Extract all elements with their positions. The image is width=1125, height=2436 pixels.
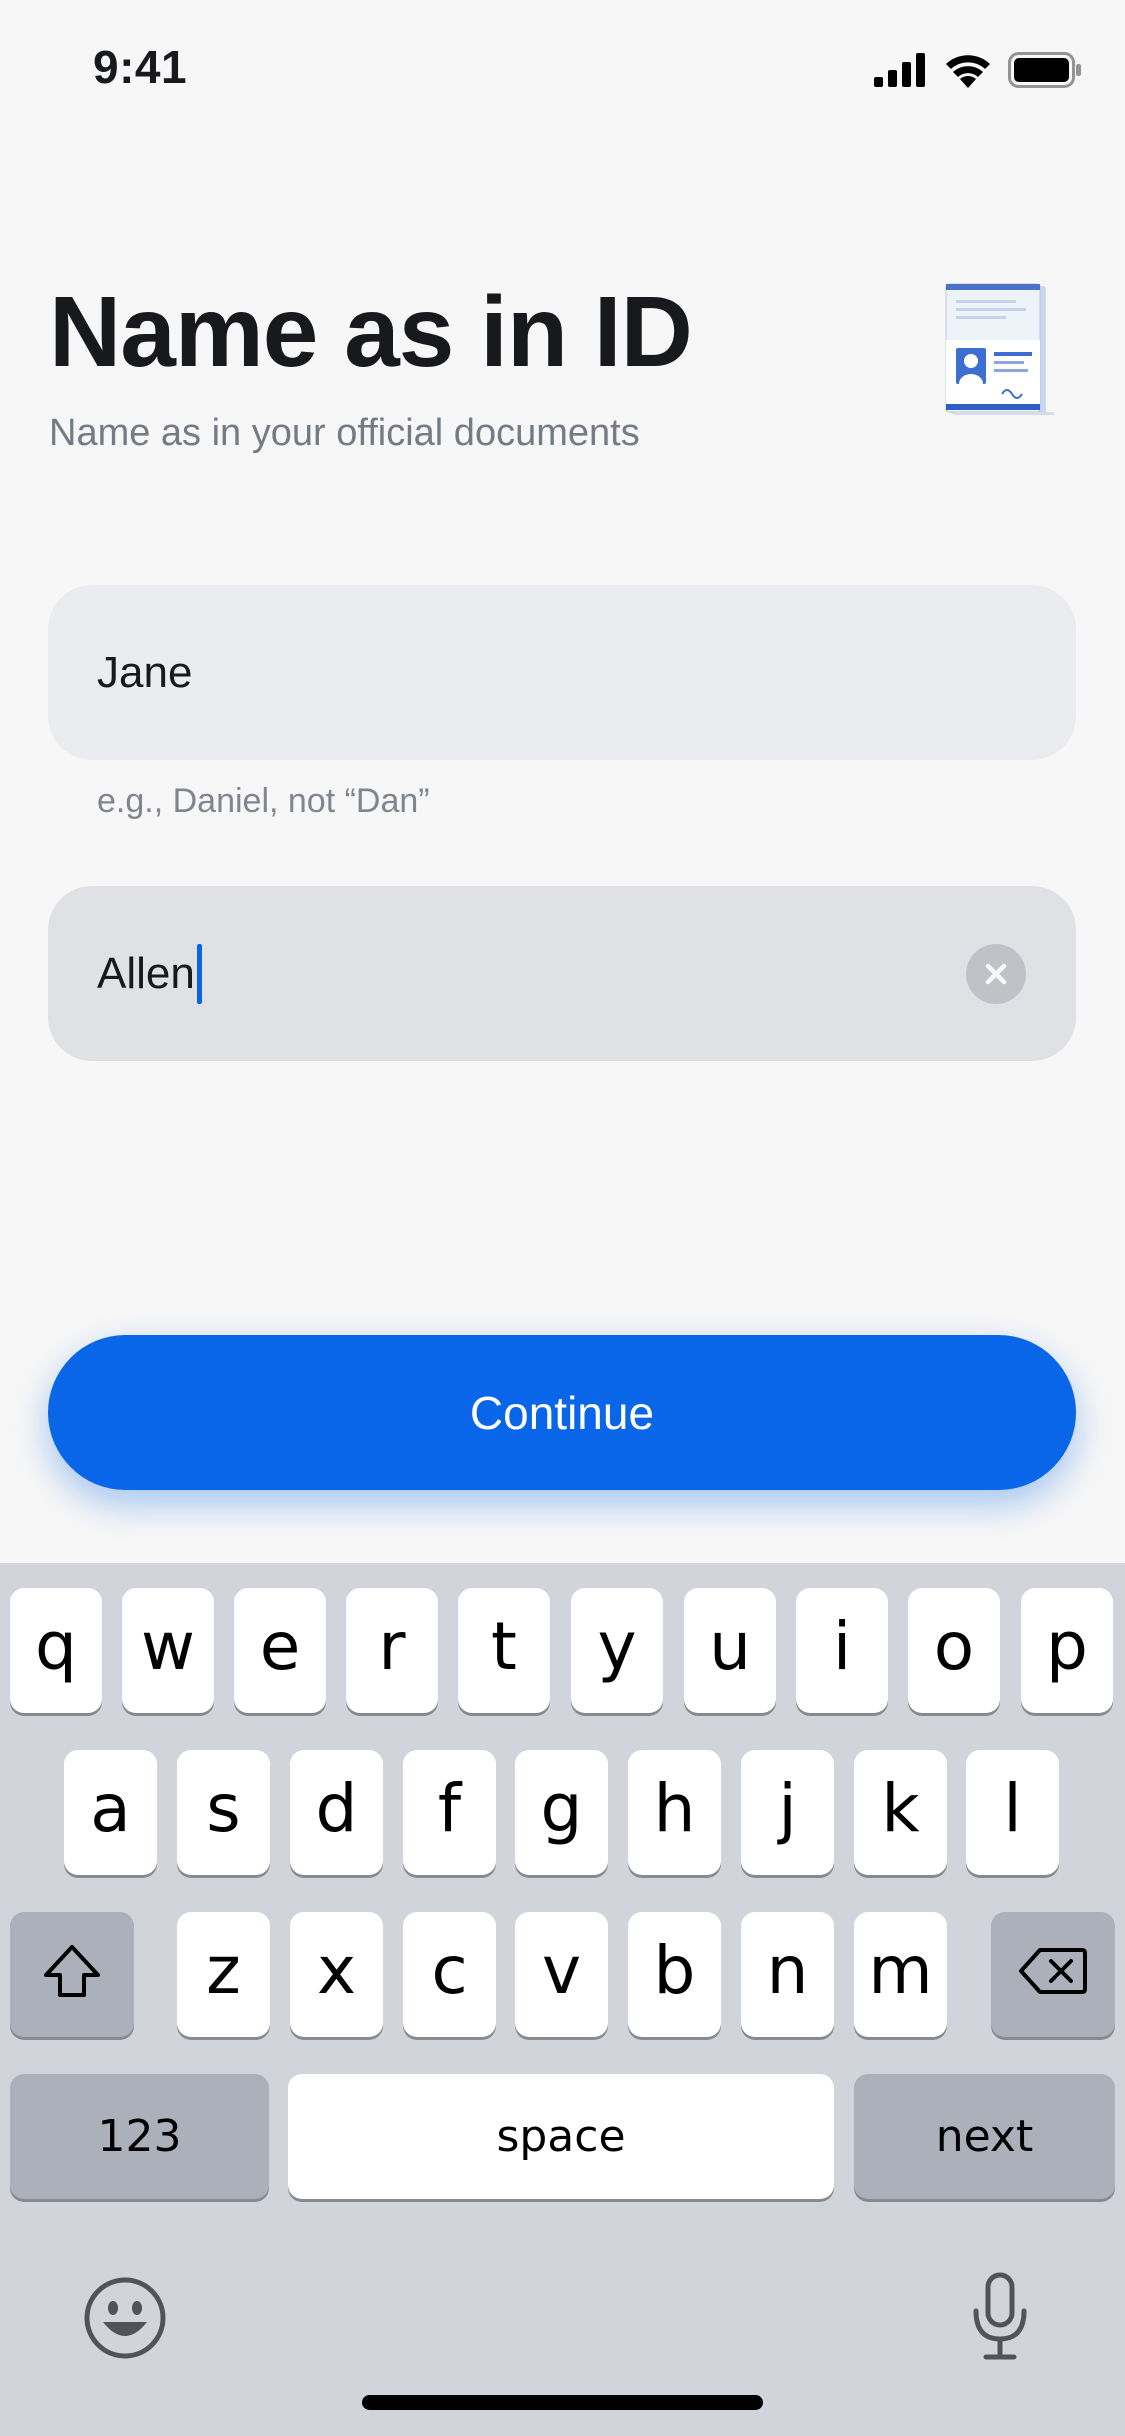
status-bar: 9:41 <box>0 0 1125 140</box>
key-s[interactable]: s <box>177 1750 270 1875</box>
key-g[interactable]: g <box>515 1750 608 1875</box>
first-name-value: Jane <box>97 647 193 697</box>
key-n[interactable]: n <box>741 1912 834 2037</box>
text-cursor <box>196 943 202 1004</box>
key-o[interactable]: o <box>908 1588 1000 1713</box>
key-e[interactable]: e <box>234 1588 326 1713</box>
space-key[interactable]: space <box>288 2074 834 2199</box>
key-p[interactable]: p <box>1021 1588 1113 1713</box>
microphone-icon <box>973 2272 1027 2360</box>
shift-key[interactable] <box>10 1912 134 2037</box>
id-document-icon <box>945 283 1054 415</box>
home-indicator <box>362 2395 763 2410</box>
page-subtitle: Name as in your official documents <box>49 412 640 454</box>
status-time: 9:41 <box>93 41 188 93</box>
page-title: Name as in ID <box>49 276 693 388</box>
first-name-hint: e.g., Daniel, not “Dan” <box>97 782 430 820</box>
key-b[interactable]: b <box>628 1912 721 2037</box>
key-d[interactable]: d <box>290 1750 383 1875</box>
key-k[interactable]: k <box>854 1750 947 1875</box>
microphone-button[interactable] <box>955 2267 1045 2367</box>
key-m[interactable]: m <box>854 1912 947 2037</box>
key-z[interactable]: z <box>177 1912 270 2037</box>
clear-button[interactable] <box>966 944 1026 1004</box>
key-x[interactable]: x <box>290 1912 383 2037</box>
signal-icon <box>874 53 925 87</box>
key-a[interactable]: a <box>64 1750 157 1875</box>
numbers-key[interactable]: 123 <box>10 2074 269 2199</box>
clear-icon <box>985 963 1007 985</box>
shift-icon <box>44 1944 100 1997</box>
continue-button[interactable]: Continue <box>48 1335 1076 1490</box>
key-w[interactable]: w <box>122 1588 214 1713</box>
key-i[interactable]: i <box>796 1588 888 1713</box>
keyboard: q w e r t y u i o p a s d f g h j k l z … <box>0 1563 1125 2436</box>
key-j[interactable]: j <box>741 1750 834 1875</box>
backspace-key[interactable] <box>991 1912 1115 2037</box>
emoji-button[interactable] <box>80 2273 170 2363</box>
key-f[interactable]: f <box>403 1750 496 1875</box>
key-y[interactable]: y <box>571 1588 663 1713</box>
key-v[interactable]: v <box>515 1912 608 2037</box>
battery-icon <box>1008 52 1081 88</box>
first-name-field[interactable]: Jane <box>48 585 1076 760</box>
key-h[interactable]: h <box>628 1750 721 1875</box>
wifi-icon <box>946 55 990 88</box>
next-key[interactable]: next <box>854 2074 1115 2199</box>
key-l[interactable]: l <box>966 1750 1059 1875</box>
emoji-icon <box>84 2277 166 2359</box>
last-name-value: Allen <box>97 948 195 998</box>
key-q[interactable]: q <box>10 1588 102 1713</box>
status-icons <box>874 50 1082 90</box>
last-name-field[interactable]: Allen <box>48 886 1076 1061</box>
key-r[interactable]: r <box>346 1588 438 1713</box>
key-t[interactable]: t <box>458 1588 550 1713</box>
key-u[interactable]: u <box>684 1588 776 1713</box>
key-c[interactable]: c <box>403 1912 496 2037</box>
backspace-icon <box>1019 1947 1087 1994</box>
